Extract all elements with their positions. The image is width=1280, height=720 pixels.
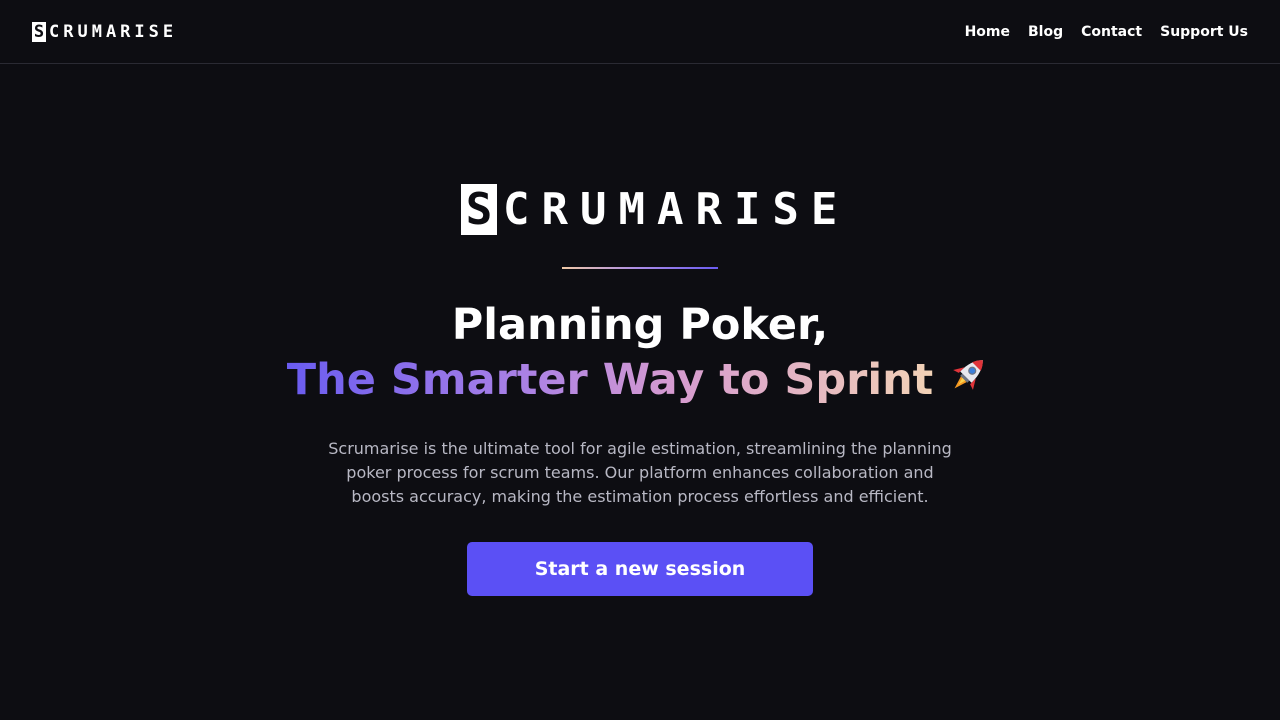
hero-logo-initial: S (461, 184, 497, 235)
nav-support-link[interactable]: Support Us (1160, 24, 1248, 40)
main-nav: Home Blog Contact Support Us (965, 24, 1248, 40)
header-logo[interactable]: S CRUMARISE (32, 21, 178, 42)
nav-contact-link[interactable]: Contact (1081, 24, 1142, 40)
headline-line-1: Planning Poker, (451, 300, 829, 350)
hero-logo-wordmark: CRUMARISE (503, 184, 850, 235)
headline-line-2: The Smarter Way to Sprint (0, 350, 1280, 405)
start-session-button[interactable]: Start a new session (467, 542, 813, 596)
site-header: S CRUMARISE Home Blog Contact Support Us (0, 0, 1280, 64)
headline-gradient-text: The Smarter Way to Sprint (286, 355, 934, 405)
gradient-divider (562, 267, 718, 269)
nav-home-link[interactable]: Home (965, 24, 1010, 40)
hero-logo: S CRUMARISE (461, 184, 849, 235)
logo-initial: S (32, 21, 46, 42)
hero-headline: Planning Poker, The Smarter Way to Sprin… (0, 300, 1280, 405)
hero-section: S CRUMARISE Planning Poker, The Smarter … (0, 64, 1280, 720)
logo-wordmark: CRUMARISE (49, 21, 178, 42)
nav-blog-link[interactable]: Blog (1028, 24, 1063, 40)
rocket-icon (953, 360, 984, 390)
hero-description: Scrumarise is the ultimate tool for agil… (328, 439, 952, 506)
